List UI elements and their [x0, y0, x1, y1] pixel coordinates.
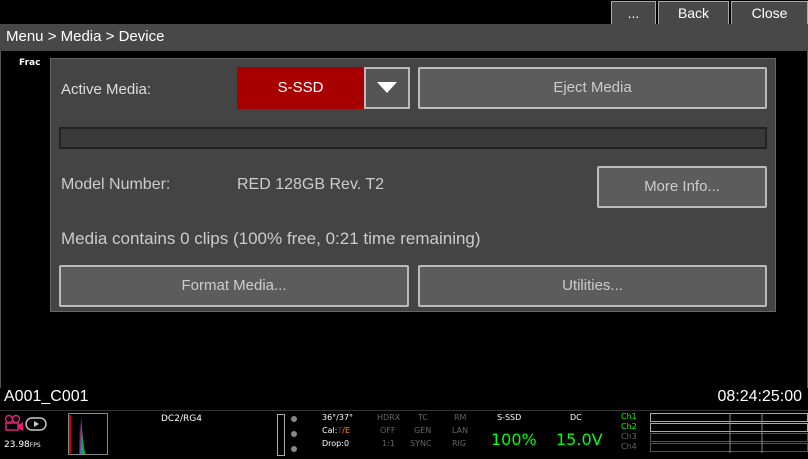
format-media-button[interactable]: Format Media... [59, 265, 409, 307]
tc-gen: GEN [414, 426, 432, 435]
hdrx-ratio: 1:1 [382, 439, 395, 448]
rm-lan: LAN [452, 426, 469, 435]
histogram [68, 413, 108, 455]
audio-meters [650, 413, 808, 453]
clip-name: A001_C001 [4, 388, 89, 405]
breadcrumb: Menu > Media > Device [6, 28, 165, 45]
more-info-button[interactable]: More Info... [597, 166, 767, 208]
model-number-value: RED 128GB Rev. T2 [237, 176, 385, 193]
title-strip: Menu > Media > Device [0, 24, 808, 51]
ch2-label: Ch2 [621, 422, 637, 431]
frac-label: Frac [19, 58, 41, 68]
utilities-button[interactable]: Utilities... [418, 265, 767, 307]
rm-rig: RIG [452, 439, 467, 448]
storage-progress-bar [59, 127, 767, 149]
close-button[interactable]: Close [731, 1, 808, 25]
drop-frames: Drop:0 [322, 439, 350, 448]
power-label: DC [570, 413, 582, 422]
color-mode: DC2/RG4 [161, 414, 202, 424]
cal-label: Cal: [322, 426, 338, 435]
eject-media-button[interactable]: Eject Media [418, 67, 767, 109]
histogram-graph [69, 415, 86, 454]
model-number-label: Model Number: [61, 176, 171, 193]
tc-sync: SYNC [410, 439, 432, 448]
status-dots-icon [291, 416, 297, 452]
active-media-select[interactable]: S-SSD [237, 67, 364, 109]
fps-unit: FPS [29, 442, 41, 449]
media-status-text: Media contains 0 clips (100% free, 0:21 … [61, 229, 481, 248]
tc-label: TC [418, 413, 429, 422]
timecode: 08:24:25:00 [717, 388, 802, 405]
media-status-label: S-SSD [497, 413, 522, 422]
level-meter [277, 414, 285, 456]
cal-e: /E [342, 426, 351, 435]
status-bar: 23.98FPS DC2/RG4 36°/37° Cal:T/E Drop:0 … [0, 410, 808, 459]
shutter-angle: 36°/37° [322, 413, 354, 422]
power-voltage: 15.0V [556, 430, 603, 449]
hdrx-label: HDRX [377, 413, 401, 422]
media-device-panel: Active Media: S-SSD Eject Media Model Nu… [50, 58, 776, 312]
playback-icon[interactable] [25, 417, 47, 431]
hdrx-value: OFF [380, 426, 396, 435]
ch4-label: Ch4 [621, 442, 637, 451]
chevron-down-icon [377, 82, 397, 93]
rm-label: RM [454, 413, 467, 422]
media-free-value: 100% [491, 430, 537, 449]
more-button[interactable]: ... [611, 1, 656, 25]
fps-value: 23.98 [4, 440, 30, 450]
active-media-label: Active Media: [61, 81, 152, 98]
record-camera-icon[interactable] [4, 414, 24, 432]
back-button[interactable]: Back [658, 1, 729, 25]
media-dropdown-button[interactable] [364, 67, 410, 109]
ch3-label: Ch3 [621, 432, 637, 441]
ch1-label: Ch1 [621, 412, 637, 421]
top-bar: ... Back Close Menu > Media > Device [0, 0, 808, 51]
